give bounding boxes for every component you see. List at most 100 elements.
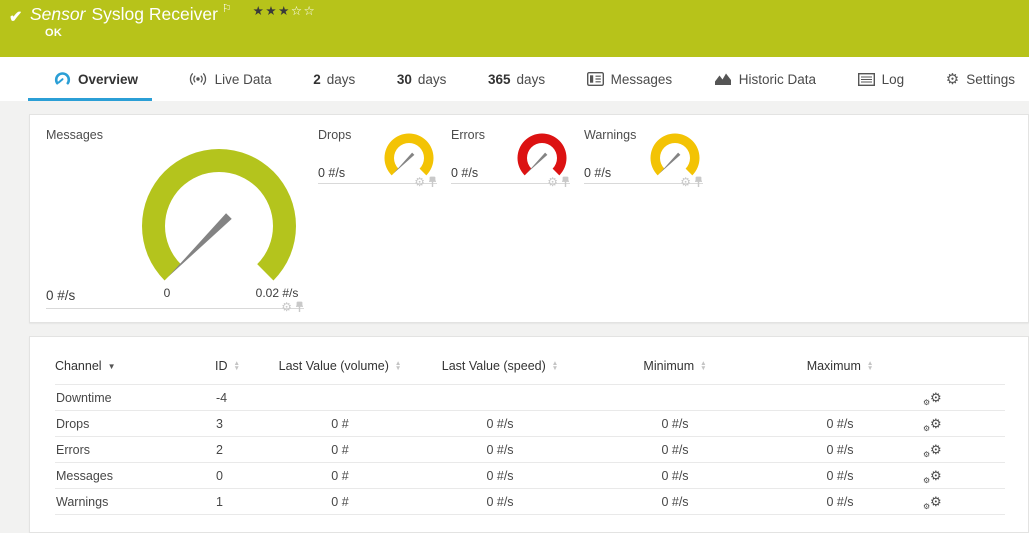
star-filled-icon[interactable]: ★ <box>278 4 291 18</box>
column-header-last-volume[interactable]: Last Value (volume)▲▼ <box>265 351 415 385</box>
maximum-value: 0 #/s <box>765 437 915 463</box>
last-value-speed: 0 #/s <box>415 411 585 437</box>
gauge-arc <box>142 149 296 280</box>
maximum-value <box>765 385 915 411</box>
tab-label: Messages <box>611 72 673 87</box>
gauge-arc <box>518 133 567 175</box>
gauge-value: 0 #/s <box>451 166 478 180</box>
channel-id: 3 <box>215 411 265 437</box>
broadcast-icon <box>188 72 208 86</box>
pin-icon[interactable] <box>295 301 304 313</box>
channel-name: Downtime <box>55 385 215 411</box>
table-row: Downtime -4 ⚙⚙ <box>55 385 1005 411</box>
pin-icon[interactable] <box>561 176 570 188</box>
star-empty-icon[interactable]: ☆ <box>291 4 304 18</box>
table-row: Errors 2 0 # 0 #/s 0 #/s 0 #/s ⚙⚙ <box>55 437 1005 463</box>
tab-label: Settings <box>966 72 1015 87</box>
gauge-value: 0 #/s <box>584 166 611 180</box>
tab-label: Live Data <box>215 72 272 87</box>
channel-id: -4 <box>215 385 265 411</box>
channel-name: Drops <box>55 411 215 437</box>
sort-desc-icon: ▼ <box>108 362 116 371</box>
table-row: Warnings 1 0 # 0 #/s 0 #/s 0 #/s ⚙⚙ <box>55 489 1005 515</box>
channel-settings-gears-icon[interactable]: ⚙⚙ <box>916 469 942 483</box>
drops-gauge <box>381 133 437 179</box>
tab-messages[interactable]: Messages <box>581 57 679 101</box>
minimum-value <box>585 385 765 411</box>
tab-log[interactable]: Log <box>852 57 911 101</box>
sensor-type-label: Sensor <box>30 4 85 24</box>
pin-icon[interactable] <box>694 176 703 188</box>
channel-settings-gears-icon[interactable]: ⚙⚙ <box>916 391 942 405</box>
tab-365-days[interactable]: 365 days <box>482 57 551 101</box>
channel-settings-gears-icon[interactable]: ⚙⚙ <box>916 495 942 509</box>
tab-number: 365 <box>488 72 511 87</box>
tab-bar: Overview Live Data 2 days 30 days 365 da… <box>0 57 1029 101</box>
tab-live-data[interactable]: Live Data <box>182 57 278 101</box>
channel-name: Messages <box>55 463 215 489</box>
tab-label: days <box>517 72 546 87</box>
column-header-maximum[interactable]: Maximum▲▼ <box>765 351 915 385</box>
status-badge: OK <box>45 27 62 39</box>
star-filled-icon[interactable]: ★ <box>265 4 278 18</box>
tab-overview[interactable]: Overview <box>28 57 152 101</box>
last-value-volume: 0 # <box>265 489 415 515</box>
tab-2-days[interactable]: 2 days <box>307 57 361 101</box>
page-title: Syslog Receiver <box>91 4 217 24</box>
gauges-panel: Messages 0 0.02 #/s 0 #/s ⚙ Drops 0 #/s … <box>29 114 1029 323</box>
channel-settings-gears-icon[interactable]: ⚙⚙ <box>916 417 942 431</box>
last-value-speed: 0 #/s <box>415 437 585 463</box>
last-value-speed: 0 #/s <box>415 463 585 489</box>
gear-icon: ⚙ <box>946 72 959 87</box>
tab-label: days <box>327 72 356 87</box>
priority-stars[interactable]: ★★★☆☆ <box>253 4 317 18</box>
last-value-volume <box>265 385 415 411</box>
column-header-id[interactable]: ID▲▼ <box>215 351 265 385</box>
channel-id: 1 <box>215 489 265 515</box>
tab-number: 30 <box>397 72 412 87</box>
channel-id: 2 <box>215 437 265 463</box>
column-header-minimum[interactable]: Minimum▲▼ <box>585 351 765 385</box>
tab-historic-data[interactable]: Historic Data <box>708 57 822 101</box>
table-row: Drops 3 0 # 0 #/s 0 #/s 0 #/s ⚙⚙ <box>55 411 1005 437</box>
gauge-block-errors: Errors 0 #/s ⚙ <box>451 128 570 184</box>
last-value-volume: 0 # <box>265 437 415 463</box>
gauge-arc <box>385 133 434 175</box>
gauge-block-messages: Messages 0 0.02 #/s 0 #/s ⚙ <box>46 128 304 309</box>
pin-icon[interactable] <box>428 176 437 188</box>
sensor-status-header: ✔ SensorSyslog Receiver⚐ ★★★☆☆ OK <box>0 0 1029 57</box>
flag-icon[interactable]: ⚐ <box>222 3 232 15</box>
tab-30-days[interactable]: 30 days <box>391 57 453 101</box>
tab-label: Log <box>882 72 905 87</box>
last-value-speed <box>415 385 585 411</box>
gauge-settings-gear-icon[interactable]: ⚙ <box>281 301 292 313</box>
minimum-value: 0 #/s <box>585 489 765 515</box>
last-value-volume: 0 # <box>265 411 415 437</box>
tab-settings[interactable]: ⚙ Settings <box>940 57 1021 101</box>
log-icon <box>858 73 875 86</box>
tab-label: Overview <box>78 72 138 87</box>
column-header-channel[interactable]: Channel▼ <box>55 351 215 385</box>
gauge-block-drops: Drops 0 #/s ⚙ <box>318 128 437 184</box>
channel-settings-gears-icon[interactable]: ⚙⚙ <box>916 443 942 457</box>
channel-table: Channel▼ ID▲▼ Last Value (volume)▲▼ Last… <box>55 351 1005 515</box>
channel-name: Errors <box>55 437 215 463</box>
minimum-value: 0 #/s <box>585 437 765 463</box>
sensor-title-row: SensorSyslog Receiver⚐ ★★★☆☆ <box>30 4 316 25</box>
gauge-arc <box>651 133 700 175</box>
tab-number: 2 <box>313 72 321 87</box>
gauge-needle <box>526 153 547 174</box>
column-header-last-speed[interactable]: Last Value (speed)▲▼ <box>415 351 585 385</box>
gauge-value: 0 #/s <box>46 288 75 303</box>
channel-id: 0 <box>215 463 265 489</box>
sort-icon: ▲▼ <box>552 361 558 371</box>
last-value-speed: 0 #/s <box>415 489 585 515</box>
column-header-actions <box>915 351 1005 385</box>
gauge-needle <box>393 153 414 174</box>
gauge-settings-gear-icon[interactable]: ⚙ <box>680 176 691 188</box>
gauge-settings-gear-icon[interactable]: ⚙ <box>547 176 558 188</box>
gauge-settings-gear-icon[interactable]: ⚙ <box>414 176 425 188</box>
star-filled-icon[interactable]: ★ <box>253 4 266 18</box>
table-header-row: Channel▼ ID▲▼ Last Value (volume)▲▼ Last… <box>55 351 1005 385</box>
star-empty-icon[interactable]: ☆ <box>304 4 317 18</box>
